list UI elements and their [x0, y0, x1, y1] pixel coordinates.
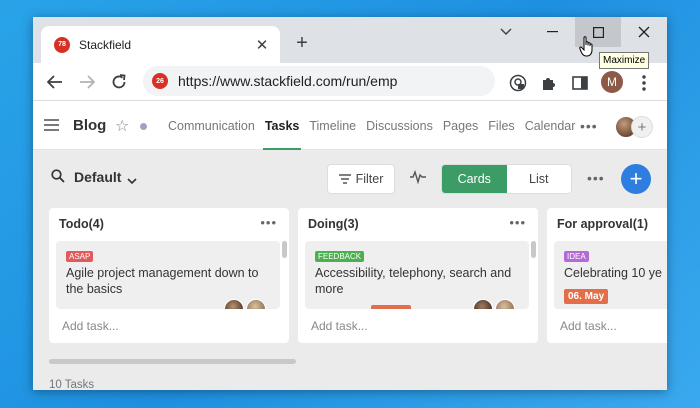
site-favicon-icon: 26 — [150, 71, 170, 91]
add-task-button[interactable]: + — [621, 164, 651, 194]
browser-toolbar: 26 https://www.stackfield.com/run/emp M — [33, 63, 667, 101]
tab-calendar[interactable]: Calendar — [520, 102, 581, 150]
board-column: For approval(1) IDEA Celebrating 10 ye 0… — [547, 208, 667, 343]
column-scrollbar[interactable] — [531, 241, 536, 258]
board-column: Todo(4) ••• ASAP Agile project managemen… — [49, 208, 289, 343]
tab-timeline[interactable]: Timeline — [304, 102, 361, 150]
board-controls: Default Filter Cards List ••• + — [33, 150, 667, 208]
minimize-button[interactable] — [529, 17, 575, 47]
profile-avatar[interactable]: M — [601, 71, 623, 93]
tab-title: Stackfield — [79, 37, 132, 52]
forward-arrow-icon[interactable] — [75, 70, 99, 94]
column-title: Todo(4) — [59, 217, 104, 231]
card-tag: IDEA — [564, 251, 589, 262]
chevron-down-icon[interactable] — [127, 172, 137, 190]
cards-view-button[interactable]: Cards — [442, 165, 507, 193]
browser-tab[interactable]: 78 Stackfield ✕ — [41, 26, 280, 63]
task-card[interactable]: ASAP Agile project management down to th… — [56, 241, 280, 309]
assignee-avatar — [246, 299, 266, 309]
activity-pulse-icon[interactable] — [410, 169, 426, 189]
address-bar[interactable]: 26 https://www.stackfield.com/run/emp — [143, 66, 495, 96]
column-title: For approval(1) — [557, 217, 648, 231]
task-card[interactable]: IDEA Celebrating 10 ye 06. May — [554, 241, 667, 309]
tab-tasks[interactable]: Tasks — [260, 102, 305, 150]
tab-pages[interactable]: Pages — [438, 102, 483, 150]
project-title: Blog — [73, 117, 107, 134]
search-icon[interactable] — [51, 169, 65, 188]
card-title-line: Accessibility, telephony, search and — [315, 266, 512, 280]
card-title: Accessibility, telephony, search and mor… — [315, 265, 511, 297]
tab-strip: 78 Stackfield ✕ + — [33, 17, 667, 63]
card-title: Agile project management down to the bas… — [66, 265, 258, 297]
task-board: Default Filter Cards List ••• + Todo(4) … — [33, 150, 667, 390]
column-more-icon[interactable]: ••• — [260, 215, 277, 230]
card-title-line: the basics — [66, 282, 123, 296]
tab-discussions[interactable]: Discussions — [361, 102, 438, 150]
filter-lines-icon — [338, 174, 351, 184]
card-title: Celebrating 10 ye — [564, 266, 662, 280]
assignee-avatar — [473, 299, 493, 309]
browser-window: 78 Stackfield ✕ + 26 https://www.stackfi… — [33, 17, 667, 390]
card-title-line: more — [315, 282, 344, 296]
side-panel-icon[interactable] — [569, 72, 591, 94]
tab-files[interactable]: Files — [483, 102, 519, 150]
hamburger-menu-icon[interactable] — [44, 119, 59, 132]
add-task-link[interactable]: Add task... — [560, 319, 617, 333]
board-more-icon[interactable]: ••• — [587, 170, 605, 186]
assignee-avatar — [224, 299, 244, 309]
column-scrollbar[interactable] — [282, 241, 287, 258]
tab-search-chevron-icon[interactable] — [483, 17, 529, 47]
back-arrow-icon[interactable] — [43, 70, 67, 94]
close-tab-icon[interactable]: ✕ — [252, 35, 272, 55]
view-selector-label[interactable]: Default — [74, 169, 121, 185]
status-dot-icon — [140, 123, 147, 130]
tab-communication[interactable]: Communication — [163, 102, 260, 150]
hand-cursor-icon — [579, 36, 595, 63]
due-date-badge: 06. May — [564, 289, 609, 304]
filter-label: Filter — [355, 172, 384, 186]
card-tag: FEEDBACK — [315, 251, 365, 262]
maximize-tooltip: Maximize — [599, 52, 650, 69]
view-mode-toggle: Cards List — [441, 164, 572, 194]
extensions-puzzle-icon[interactable] — [538, 72, 560, 94]
board-column: Doing(3) ••• FEEDBACK Accessibility, tel… — [298, 208, 538, 343]
assignee-avatar — [495, 299, 515, 309]
task-card[interactable]: FEEDBACK Accessibility, telephony, searc… — [305, 241, 529, 309]
list-view-button[interactable]: List — [507, 165, 572, 193]
favorite-star-icon[interactable]: ☆ — [115, 116, 129, 136]
stackfield-favicon-icon: 78 — [54, 36, 70, 53]
password-manager-icon[interactable] — [507, 72, 529, 94]
url-text: https://www.stackfield.com/run/emp — [178, 73, 398, 89]
reload-icon[interactable] — [107, 70, 131, 94]
board-horizontal-scrollbar[interactable] — [49, 359, 296, 364]
card-tag: ASAP — [66, 251, 94, 262]
date-badge-partial — [371, 305, 411, 309]
task-count: 10 Tasks — [49, 379, 95, 390]
column-title: Doing(3) — [308, 217, 359, 231]
project-nav-tabs: Communication Tasks Timeline Discussions… — [163, 102, 580, 150]
site-favicon-badge: 26 — [152, 73, 168, 89]
add-member-button[interactable]: + — [631, 116, 653, 138]
column-more-icon[interactable]: ••• — [509, 215, 526, 230]
app-header: Blog ☆ Communication Tasks Timeline Disc… — [33, 102, 667, 150]
add-task-link[interactable]: Add task... — [311, 319, 368, 333]
new-tab-button[interactable]: + — [291, 32, 313, 54]
filter-button[interactable]: Filter — [327, 164, 395, 194]
browser-menu-kebab-icon[interactable] — [633, 72, 655, 94]
add-task-link[interactable]: Add task... — [62, 319, 119, 333]
more-tabs-icon[interactable]: ••• — [580, 118, 598, 134]
card-title-line: Agile project management down to — [66, 266, 259, 280]
close-window-button[interactable] — [621, 17, 667, 47]
